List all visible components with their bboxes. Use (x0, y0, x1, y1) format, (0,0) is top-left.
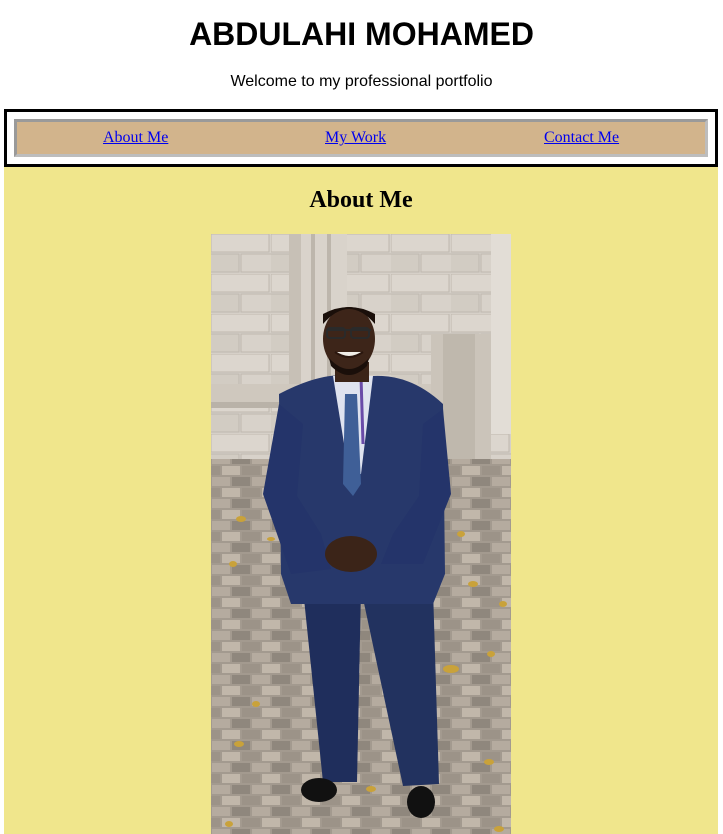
site-tagline: Welcome to my professional portfolio (230, 73, 493, 90)
nav-link-my-work[interactable]: My Work (325, 129, 386, 147)
section-heading: About Me (309, 187, 413, 213)
nav-link-about-me[interactable]: About Me (103, 129, 168, 147)
site-title: ABDULAHI MOHAMED (189, 16, 534, 52)
nav-link-contact-me[interactable]: Contact Me (544, 129, 619, 147)
profile-photo (211, 234, 511, 834)
about-section: About Me (4, 167, 718, 834)
main-nav: About Me My Work Contact Me (4, 109, 718, 167)
nav-bar: About Me My Work Contact Me (14, 119, 708, 157)
site-header: ABDULAHI MOHAMED Welcome to my professio… (0, 0, 723, 92)
